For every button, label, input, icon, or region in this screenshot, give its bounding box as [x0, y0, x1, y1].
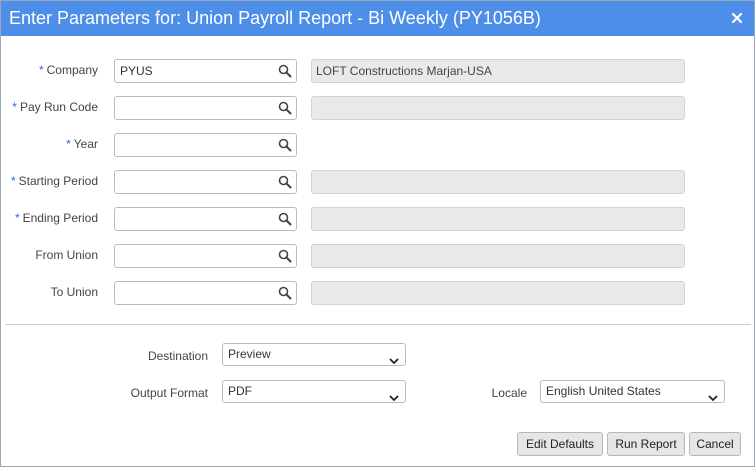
section-divider [6, 324, 751, 325]
dialog-title: Enter Parameters for: Union Payroll Repo… [9, 8, 541, 28]
output-format-select[interactable]: PDF [222, 380, 406, 403]
starting-period-label: * Starting Period [10, 174, 98, 188]
starting-period-description [311, 170, 685, 194]
from-union-description [311, 244, 685, 268]
destination-value: Preview [228, 347, 271, 361]
search-icon[interactable] [278, 101, 292, 115]
locale-value: English United States [546, 384, 661, 398]
search-icon[interactable] [278, 286, 292, 300]
to-union-description [311, 281, 685, 305]
required-marker: * [14, 211, 20, 225]
company-label: * Company [38, 63, 98, 77]
search-icon[interactable] [278, 138, 292, 152]
to-union-label: To Union [50, 285, 98, 299]
pay-run-code-label: * Pay Run Code [12, 100, 98, 114]
output-format-label: Output Format [130, 386, 208, 400]
from-union-field [114, 244, 297, 268]
required-marker: * [10, 174, 16, 188]
run-report-button[interactable]: Run Report [607, 432, 685, 456]
close-icon[interactable] [729, 10, 745, 26]
ending-period-input[interactable] [115, 208, 275, 230]
company-description: LOFT Constructions Marjan-USA [311, 59, 685, 83]
destination-select[interactable]: Preview [222, 343, 406, 366]
chevron-down-icon [389, 351, 399, 365]
pay-run-code-input[interactable] [115, 97, 275, 119]
from-union-label: From Union [35, 248, 98, 262]
ending-period-label: * Ending Period [14, 211, 98, 225]
output-format-value: PDF [228, 384, 252, 398]
dialog-titlebar: Enter Parameters for: Union Payroll Repo… [1, 1, 754, 36]
company-field [114, 59, 297, 83]
search-icon[interactable] [278, 175, 292, 189]
chevron-down-icon [389, 388, 399, 402]
required-marker: * [66, 137, 71, 151]
ending-period-description [311, 207, 685, 231]
cancel-button[interactable]: Cancel [689, 432, 741, 456]
search-icon[interactable] [278, 64, 292, 78]
year-field [114, 133, 297, 157]
locale-label: Locale [491, 386, 527, 400]
search-icon[interactable] [278, 212, 292, 226]
from-union-input[interactable] [115, 245, 275, 267]
year-input[interactable] [115, 134, 275, 156]
ending-period-field [114, 207, 297, 231]
starting-period-field [114, 170, 297, 194]
report-parameters-dialog: Enter Parameters for: Union Payroll Repo… [0, 0, 755, 467]
to-union-field [114, 281, 297, 305]
year-label: * Year [66, 137, 98, 151]
starting-period-input[interactable] [115, 171, 275, 193]
to-union-input[interactable] [115, 282, 275, 304]
locale-select[interactable]: English United States [540, 380, 725, 403]
edit-defaults-button[interactable]: Edit Defaults [517, 432, 603, 456]
chevron-down-icon [708, 388, 718, 402]
required-marker: * [12, 100, 17, 114]
destination-label: Destination [147, 349, 208, 363]
pay-run-code-description [311, 96, 685, 120]
required-marker: * [38, 63, 44, 77]
pay-run-code-field [114, 96, 297, 120]
search-icon[interactable] [278, 249, 292, 263]
company-input[interactable] [115, 60, 275, 82]
